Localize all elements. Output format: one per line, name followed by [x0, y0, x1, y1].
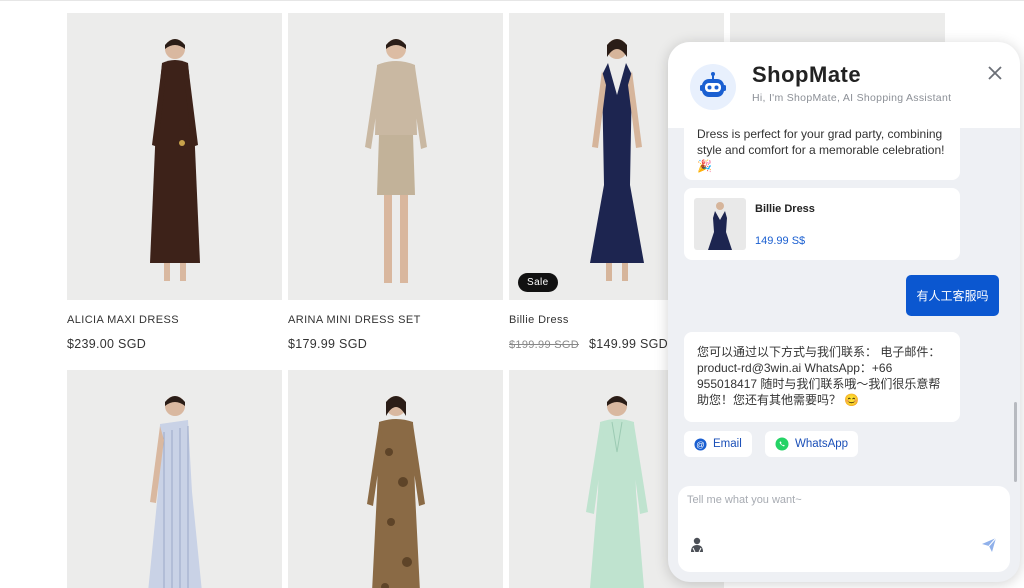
product-image[interactable] [288, 370, 503, 588]
close-icon[interactable] [984, 62, 1006, 84]
product-price: $239.00 SGD [67, 337, 282, 351]
whatsapp-icon [775, 437, 789, 451]
robot-icon [690, 64, 736, 110]
chat-input[interactable] [687, 494, 987, 506]
email-icon: @ [694, 437, 707, 451]
bot-message: 您可以通过以下方式与我们联系： 电子邮件：product-rd@3win.ai … [684, 332, 960, 422]
product-price: $179.99 SGD [288, 337, 503, 351]
product-price: 149.99 S$ [755, 235, 806, 247]
model-figure [149, 39, 200, 281]
whatsapp-button[interactable]: WhatsApp [765, 431, 859, 457]
sale-badge: Sale [518, 273, 558, 292]
product-card-stripe[interactable] [67, 370, 282, 588]
user-message: 有人工客服吗 [906, 275, 999, 316]
chat-title: ShopMate [752, 62, 862, 87]
send-icon[interactable] [980, 536, 998, 554]
product-card-snake[interactable] [288, 370, 503, 588]
original-price: $199.99 SGD [509, 339, 579, 351]
product-name[interactable]: ALICIA MAXI DRESS [67, 314, 282, 326]
price-value: $239.00 SGD [67, 337, 147, 351]
agent-icon[interactable] [688, 536, 706, 554]
product-name[interactable]: Billie Dress [755, 203, 815, 215]
top-divider [0, 0, 1024, 4]
product-image[interactable] [67, 370, 282, 588]
whatsapp-label: WhatsApp [795, 438, 849, 450]
product-card-alicia[interactable]: ALICIA MAXI DRESS $239.00 SGD [67, 13, 282, 351]
bot-message: Dress is perfect for your grad party, co… [684, 120, 960, 180]
chat-input-area [678, 486, 1010, 572]
email-button[interactable]: @ Email [684, 431, 752, 457]
chat-scrollbar[interactable] [1014, 402, 1017, 482]
product-thumbnail [694, 198, 746, 250]
product-image[interactable] [288, 13, 503, 300]
model-figure [364, 39, 427, 283]
svg-text:@: @ [696, 439, 704, 449]
chat-subtitle: Hi, I'm ShopMate, AI Shopping Assistant [752, 92, 952, 104]
chat-widget: ShopMate Hi, I'm ShopMate, AI Shopping A… [668, 42, 1020, 582]
model-figure [366, 396, 425, 588]
model-figure [147, 396, 202, 588]
product-card-arina[interactable]: ARINA MINI DRESS SET $179.99 SGD [288, 13, 503, 351]
email-label: Email [713, 438, 742, 450]
product-image[interactable] [67, 13, 282, 300]
chat-product-card[interactable]: Billie Dress 149.99 S$ [684, 188, 960, 260]
price-value: $179.99 SGD [288, 337, 368, 351]
model-figure [589, 39, 644, 281]
product-name[interactable]: ARINA MINI DRESS SET [288, 314, 503, 326]
price-value: $149.99 SGD [588, 337, 669, 351]
chat-header: ShopMate Hi, I'm ShopMate, AI Shopping A… [668, 42, 1020, 128]
model-figure [585, 396, 648, 588]
